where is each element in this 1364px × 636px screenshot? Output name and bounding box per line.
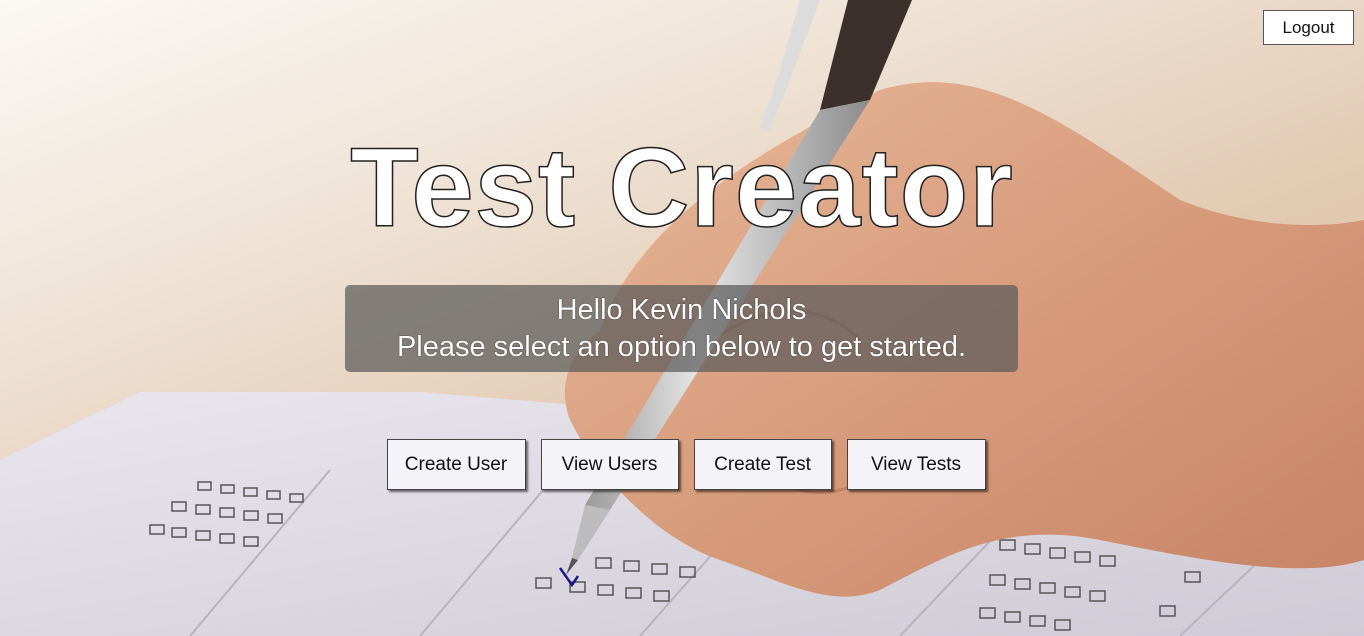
page: Logout Test Creator Hello Kevin Nichols … — [0, 0, 1364, 636]
create-test-button[interactable]: Create Test — [693, 439, 832, 490]
view-users-button[interactable]: View Users — [540, 439, 679, 490]
page-title: Test Creator — [350, 125, 1014, 250]
greeting-instructions: Please select an option below to get sta… — [396, 330, 967, 363]
view-tests-button[interactable]: View Tests — [846, 439, 986, 490]
greeting-panel: Hello Kevin Nichols Please select an opt… — [345, 285, 1018, 372]
create-user-button[interactable]: Create User — [386, 439, 526, 490]
action-button-row: Create User View Users Create Test View … — [0, 439, 1364, 490]
greeting-name: Hello Kevin Nichols — [556, 293, 807, 326]
logout-button[interactable]: Logout — [1263, 10, 1354, 45]
